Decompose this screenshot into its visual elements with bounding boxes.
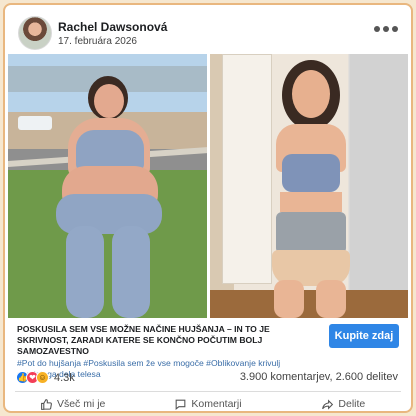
after-photo [209,54,408,318]
buy-now-button[interactable]: Kupite zdaj [329,324,399,348]
comment-button[interactable]: Komentarji [140,394,275,411]
post-actions: Všeč mi je Komentarji Delite [5,394,411,411]
share-label: Delite [338,398,366,410]
thumbs-up-icon [41,398,52,410]
comment-label: Komentarji [191,398,242,410]
post-title: POSKUSILA SEM VSE MOŽNE NAČINE HUJŠANJA … [17,324,270,356]
comments-shares-count[interactable]: 3.900 komentarjev, 2.600 delitev [240,371,398,383]
post-stats: 👍 ❤ ☺ 4.3k 3.900 komentarjev, 2.600 deli… [5,371,411,389]
avatar[interactable] [18,16,52,50]
post-header: Rachel Dawsonová 17. februára 2026 [5,5,411,57]
like-button[interactable]: Všeč mi je [5,394,140,411]
like-label: Všeč mi je [56,398,106,410]
reactions-summary[interactable]: 👍 ❤ ☺ 4.3k [16,371,75,384]
haha-reaction-icon: ☺ [36,371,49,384]
before-photo [8,54,207,318]
share-icon [322,398,334,410]
post-date[interactable]: 17. februára 2026 [58,36,137,47]
post-image[interactable] [8,54,408,318]
reactions-count: 4.3k [54,371,75,384]
comment-icon [176,399,186,410]
post-card: Rachel Dawsonová 17. februára 2026 POSKU… [3,3,413,413]
more-options-icon[interactable] [374,26,398,32]
share-button[interactable]: Delite [276,394,411,411]
author-name[interactable]: Rachel Dawsonová [58,20,167,34]
divider [15,391,401,392]
